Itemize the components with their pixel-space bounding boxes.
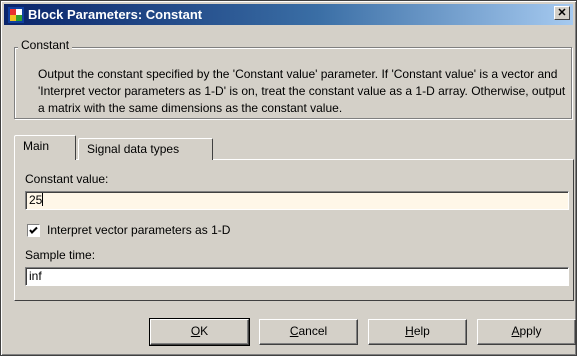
apply-label: pply <box>519 324 542 338</box>
tab-signal-data-types[interactable]: Signal data types <box>78 138 213 160</box>
checkmark-icon <box>29 226 38 234</box>
ok-button[interactable]: OK <box>149 318 250 346</box>
apply-button[interactable]: Apply <box>477 319 576 345</box>
sample-time-text: inf <box>29 269 42 283</box>
help-mnemonic: H <box>405 324 414 338</box>
constant-value-label: Constant value: <box>25 172 109 186</box>
constant-value-field[interactable]: 25 <box>25 191 569 210</box>
title-bar[interactable]: Block Parameters: Constant ✕ <box>4 4 573 25</box>
apply-mnemonic: A <box>511 324 520 338</box>
ok-mnemonic: O <box>190 324 201 338</box>
interpret-1d-label[interactable]: Interpret vector parameters as 1-D <box>47 223 230 238</box>
text-caret <box>42 193 44 206</box>
simulink-block-icon <box>8 7 24 23</box>
interpret-1d-checkbox[interactable] <box>27 224 40 237</box>
close-icon: ✕ <box>557 7 567 19</box>
sample-time-field[interactable]: inf <box>25 267 569 286</box>
groupbox-legend: Constant <box>18 38 73 53</box>
block-description: Output the constant specified by the 'Co… <box>38 67 566 115</box>
help-button[interactable]: Help <box>368 319 467 345</box>
window-title: Block Parameters: Constant <box>28 7 203 22</box>
close-button[interactable]: ✕ <box>554 6 570 20</box>
cancel-button[interactable]: Cancel <box>259 319 358 345</box>
tab-signal-data-types-label: Signal data types <box>87 142 180 156</box>
tab-main[interactable]: Main <box>14 135 76 160</box>
dialog-window: Block Parameters: Constant ✕ Constant Ou… <box>0 0 577 356</box>
help-label: elp <box>413 324 430 338</box>
constant-value-text: 25 <box>29 193 43 207</box>
tab-main-label: Main <box>23 139 50 153</box>
sample-time-label: Sample time: <box>25 248 96 262</box>
ok-label: K <box>200 324 209 338</box>
cancel-label: ancel <box>298 324 328 338</box>
